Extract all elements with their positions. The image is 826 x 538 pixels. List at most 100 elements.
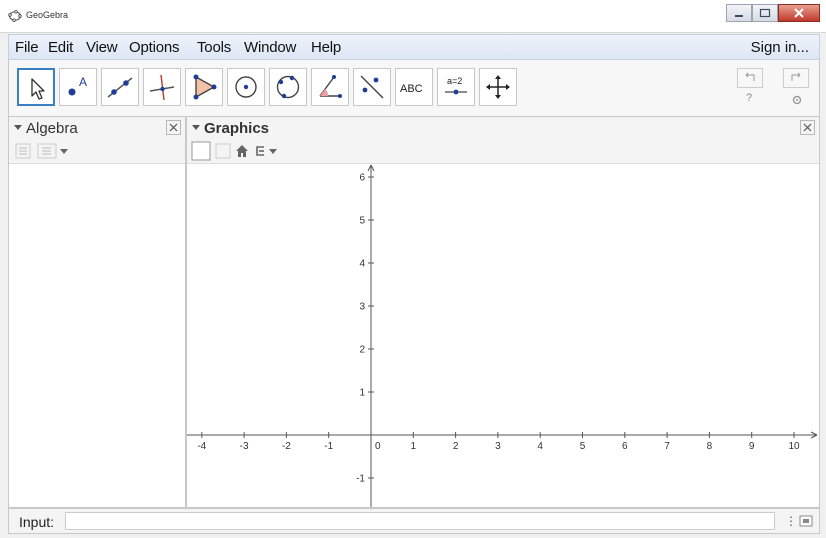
toolbar: A ABC a=2 ?: [8, 60, 820, 116]
graphics-header: Graphics: [187, 117, 819, 140]
tool-point[interactable]: A: [59, 68, 97, 106]
sign-in-link[interactable]: Sign in...: [751, 39, 809, 56]
polygon-icon: [193, 74, 217, 100]
undo-button[interactable]: [737, 68, 763, 88]
x-tick-label: -4: [197, 441, 206, 452]
perpendicular-icon: [149, 74, 175, 101]
tool-move[interactable]: [17, 68, 55, 106]
tool-reflect[interactable]: [353, 68, 391, 106]
y-tick-label: 3: [359, 302, 365, 313]
x-tick-label: 0: [375, 441, 381, 452]
menu-file[interactable]: File: [15, 39, 39, 56]
y-tick-label: -1: [356, 474, 365, 485]
text-tool-label: ABC: [400, 83, 423, 95]
graphics-close-button[interactable]: [800, 120, 815, 135]
minimize-icon: [735, 15, 743, 17]
x-tick-label: 5: [580, 441, 586, 452]
y-tick-label: 1: [359, 388, 365, 399]
close-button[interactable]: [778, 4, 820, 22]
close-icon: [803, 123, 812, 132]
move-graphics-icon: [486, 75, 510, 99]
sort-objects-icon[interactable]: [37, 143, 71, 159]
menu-help[interactable]: Help: [311, 39, 341, 56]
menu-view[interactable]: View: [86, 39, 118, 56]
tool-angle[interactable]: [311, 68, 349, 106]
x-tick-label: 8: [707, 441, 713, 452]
point-capturing-icon[interactable]: [253, 144, 281, 158]
menu-window[interactable]: Window: [244, 39, 296, 56]
y-tick-label: 6: [359, 173, 365, 184]
point-icon: A: [68, 75, 87, 96]
algebra-header: Algebra: [9, 117, 185, 140]
x-tick-label: -1: [324, 441, 333, 452]
x-tick-label: -3: [240, 441, 249, 452]
x-tick-label: -2: [282, 441, 291, 452]
menu-edit[interactable]: Edit: [48, 39, 73, 56]
collapse-triangle-icon[interactable]: [192, 125, 200, 131]
tool-perpendicular[interactable]: [143, 68, 181, 106]
show-axes-toggle-icon[interactable]: [191, 141, 211, 161]
keyboard-icon[interactable]: [799, 514, 813, 528]
minimize-button[interactable]: [726, 4, 752, 22]
slider-icon: a=2: [445, 76, 467, 95]
auxiliary-objects-icon[interactable]: [15, 143, 31, 159]
menu-options[interactable]: Options: [129, 39, 179, 56]
input-help-icon[interactable]: ⋮: [785, 514, 797, 528]
svg-text:A: A: [79, 75, 87, 89]
algebra-view: Algebra: [8, 116, 186, 508]
algebra-stylebar: [9, 139, 185, 164]
close-icon: [169, 123, 178, 132]
graphics-title: Graphics: [204, 120, 270, 137]
tool-line[interactable]: [101, 68, 139, 106]
redo-button[interactable]: [783, 68, 809, 88]
x-tick-label: 10: [788, 441, 800, 452]
x-tick-label: 3: [495, 441, 501, 452]
maximize-icon: [759, 8, 771, 18]
x-tick-label: 7: [664, 441, 670, 452]
x-tick-label: 6: [622, 441, 628, 452]
tool-text[interactable]: ABC: [395, 68, 433, 106]
window-title: GeoGebra: [26, 10, 69, 20]
window-controls: [726, 4, 820, 22]
input-bar: Input: ⋮: [8, 508, 820, 534]
slider-tool-label: a=2: [447, 76, 462, 86]
tool-slider[interactable]: a=2: [437, 68, 475, 106]
coordinate-plane[interactable]: -4 -3 -2 -1 0 1 2 3 4 5 6 7 8 9 10 6 5 4 3 2 1 -1: [187, 164, 819, 507]
menu-bar: File Edit View Options Tools Window Help…: [8, 34, 820, 60]
y-tick-label: 5: [359, 216, 365, 227]
tool-move-graphics[interactable]: [479, 68, 517, 106]
tool-circle[interactable]: [227, 68, 265, 106]
x-tick-label: 1: [411, 441, 417, 452]
reflect-icon: [360, 75, 384, 99]
undo-icon: [745, 72, 755, 81]
home-icon[interactable]: [235, 144, 249, 158]
text-icon: ABC: [400, 83, 423, 95]
tool-circle-three-points[interactable]: [269, 68, 307, 106]
algebra-close-button[interactable]: [166, 120, 181, 135]
show-grid-icon[interactable]: [215, 143, 231, 159]
menu-tools[interactable]: Tools: [197, 39, 231, 56]
maximize-button[interactable]: [752, 4, 778, 22]
x-tick-label: 9: [749, 441, 755, 452]
settings-gear-icon[interactable]: [791, 94, 803, 106]
graphics-stylebar: [187, 139, 819, 164]
input-label: Input:: [19, 514, 55, 530]
close-icon: [794, 8, 804, 18]
graphics-view: Graphics -4 -3 -2 -1 0 1 2 3 4 5 6 7 8 9 10 6 5 4 3 2 1 -1: [186, 116, 820, 508]
tool-polygon[interactable]: [185, 68, 223, 106]
geogebra-app-icon: [8, 10, 22, 22]
y-tick-label: 2: [359, 345, 365, 356]
help-button[interactable]: ?: [746, 92, 752, 104]
input-field[interactable]: [65, 512, 775, 530]
line-icon: [107, 77, 133, 98]
title-bar: GeoGebra: [0, 0, 826, 33]
circle-three-points-icon: [276, 75, 300, 99]
circle-icon: [235, 76, 257, 98]
angle-icon: [319, 75, 342, 98]
collapse-triangle-icon[interactable]: [14, 125, 22, 131]
redo-icon: [791, 72, 801, 81]
y-tick-label: 4: [359, 259, 365, 270]
algebra-title: Algebra: [26, 120, 78, 137]
x-tick-label: 4: [537, 441, 543, 452]
x-tick-label: 2: [453, 441, 459, 452]
